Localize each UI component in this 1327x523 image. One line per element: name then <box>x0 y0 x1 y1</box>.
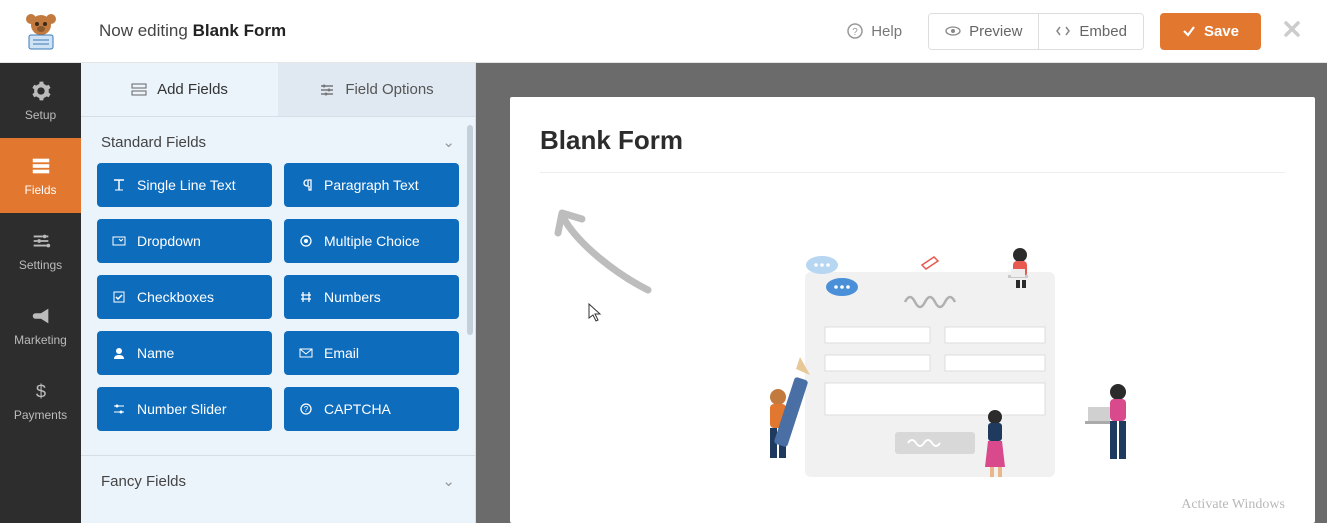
field-captcha[interactable]: ? CAPTCHA <box>284 387 459 431</box>
gear-icon <box>30 80 52 102</box>
windows-watermark: Activate Windows <box>1181 497 1285 513</box>
field-checkboxes[interactable]: Checkboxes <box>97 275 272 319</box>
editing-prefix: Now editing <box>99 21 193 40</box>
save-label: Save <box>1204 23 1239 40</box>
field-multiple-choice[interactable]: Multiple Choice <box>284 219 459 263</box>
nav-payments[interactable]: $ Payments <box>0 363 81 438</box>
nav-setup[interactable]: Setup <box>0 63 81 138</box>
empty-form-illustration <box>730 247 1160 507</box>
nav-label: Payments <box>14 408 67 422</box>
field-label: CAPTCHA <box>324 401 391 417</box>
section-title: Standard Fields <box>101 134 206 151</box>
field-options-icon <box>319 83 335 97</box>
bullhorn-icon <box>30 305 52 327</box>
text-icon <box>111 177 127 193</box>
help-label: Help <box>871 23 902 40</box>
close-button[interactable] <box>1269 18 1315 44</box>
form-title[interactable]: Blank Form <box>540 125 1285 173</box>
nav-label: Setup <box>25 108 56 122</box>
svg-text:?: ? <box>304 405 309 414</box>
check-icon <box>1182 24 1196 38</box>
panel-tabs: Add Fields Field Options <box>81 63 475 117</box>
nav-marketing[interactable]: Marketing <box>0 288 81 363</box>
fields-panel: Add Fields Field Options Standard Fields… <box>81 63 476 523</box>
add-fields-icon <box>131 83 147 97</box>
tab-field-options[interactable]: Field Options <box>278 63 475 116</box>
field-label: Email <box>324 345 359 361</box>
tab-label: Add Fields <box>157 81 228 98</box>
section-standard-fields[interactable]: Standard Fields ⌄ <box>81 117 475 163</box>
chevron-down-icon: ⌄ <box>442 133 455 151</box>
embed-label: Embed <box>1079 23 1127 40</box>
field-label: Paragraph Text <box>324 177 419 193</box>
paragraph-icon <box>298 177 314 193</box>
help-icon: ? <box>847 23 863 39</box>
scrollbar-thumb[interactable] <box>467 125 473 335</box>
nav-fields[interactable]: Fields <box>0 138 81 213</box>
section-title: Fancy Fields <box>101 473 186 490</box>
radio-icon <box>298 233 314 249</box>
field-label: Single Line Text <box>137 177 236 193</box>
field-number-slider[interactable]: Number Slider <box>97 387 272 431</box>
sliders-icon <box>30 230 52 252</box>
field-numbers[interactable]: Numbers <box>284 275 459 319</box>
tab-label: Field Options <box>345 81 433 98</box>
embed-button[interactable]: Embed <box>1038 14 1143 49</box>
app-logo <box>0 0 81 63</box>
top-bar: Now editing Blank Form ? Help Preview Em… <box>0 0 1327 63</box>
eye-icon <box>945 23 961 39</box>
preview-label: Preview <box>969 23 1022 40</box>
field-dropdown[interactable]: Dropdown <box>97 219 272 263</box>
form-icon <box>30 155 52 177</box>
field-label: Multiple Choice <box>324 233 420 249</box>
field-label: Checkboxes <box>137 289 214 305</box>
field-email[interactable]: Email <box>284 331 459 375</box>
standard-fields-grid: Single Line Text Paragraph Text Dropdown… <box>81 163 475 435</box>
code-icon <box>1055 23 1071 39</box>
checkbox-icon <box>111 289 127 305</box>
form-card[interactable]: Blank Form <box>510 97 1315 523</box>
field-paragraph-text[interactable]: Paragraph Text <box>284 163 459 207</box>
tab-add-fields[interactable]: Add Fields <box>81 63 278 116</box>
chevron-down-icon: ⌄ <box>442 472 455 490</box>
dollar-icon: $ <box>30 380 52 402</box>
hash-icon <box>298 289 314 305</box>
user-icon <box>111 345 127 361</box>
form-canvas-wrap: Blank Form <box>476 63 1327 523</box>
vertical-nav: Setup Fields Settings Marketing $ Paymen… <box>0 63 81 523</box>
dropdown-icon <box>111 233 127 249</box>
cursor-pointer-icon <box>588 303 604 323</box>
preview-embed-group: Preview Embed <box>928 13 1144 50</box>
field-name[interactable]: Name <box>97 331 272 375</box>
editing-title: Now editing Blank Form <box>81 21 829 41</box>
captcha-icon: ? <box>298 401 314 417</box>
mail-icon <box>298 345 314 361</box>
wpforms-mascot-icon <box>21 11 61 51</box>
svg-text:$: $ <box>35 380 45 401</box>
preview-button[interactable]: Preview <box>929 14 1038 49</box>
top-actions: ? Help Preview Embed Save <box>829 13 1327 50</box>
form-name[interactable]: Blank Form <box>193 21 287 40</box>
help-button[interactable]: ? Help <box>829 23 920 40</box>
svg-text:?: ? <box>852 27 858 38</box>
field-label: Number Slider <box>137 401 226 417</box>
close-icon <box>1283 20 1301 38</box>
slider-icon <box>111 401 127 417</box>
section-fancy-fields[interactable]: Fancy Fields ⌄ <box>81 455 475 502</box>
field-label: Name <box>137 345 174 361</box>
drag-arrow-hint <box>548 205 658 295</box>
field-label: Dropdown <box>137 233 201 249</box>
nav-label: Marketing <box>14 333 67 347</box>
field-single-line-text[interactable]: Single Line Text <box>97 163 272 207</box>
main-area: Setup Fields Settings Marketing $ Paymen… <box>0 63 1327 523</box>
field-label: Numbers <box>324 289 381 305</box>
nav-label: Settings <box>19 258 62 272</box>
panel-body: Standard Fields ⌄ Single Line Text Parag… <box>81 117 475 523</box>
save-button[interactable]: Save <box>1160 13 1261 50</box>
nav-settings[interactable]: Settings <box>0 213 81 288</box>
nav-label: Fields <box>24 183 56 197</box>
